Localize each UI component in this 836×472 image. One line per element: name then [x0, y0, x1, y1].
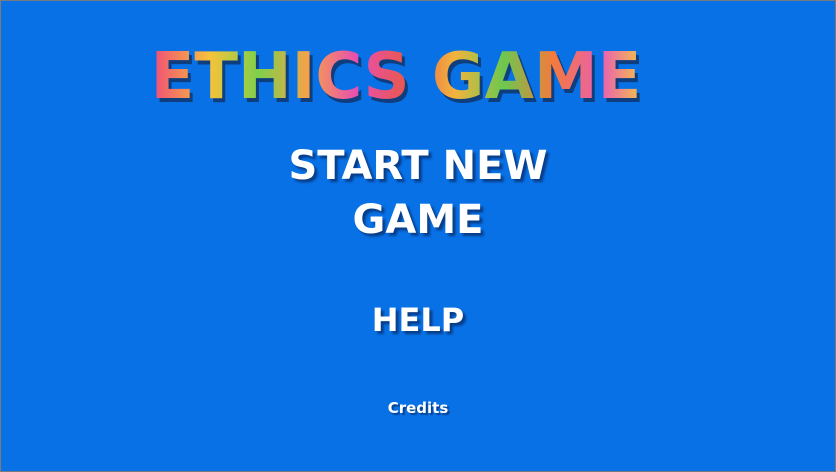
- start-new-game-button[interactable]: START NEW GAME: [1, 139, 835, 247]
- game-screen: ETHICS GAME ETHICS GAME START NEW GAME H…: [1, 1, 835, 471]
- start-new-game-label-line1: START NEW: [288, 143, 548, 189]
- game-title-text: ETHICS GAME: [150, 40, 642, 114]
- credits-button[interactable]: Credits: [1, 397, 835, 419]
- start-new-game-label-line2: GAME: [352, 197, 484, 243]
- game-title: ETHICS GAME ETHICS GAME: [1, 37, 791, 118]
- help-button[interactable]: HELP: [1, 299, 835, 341]
